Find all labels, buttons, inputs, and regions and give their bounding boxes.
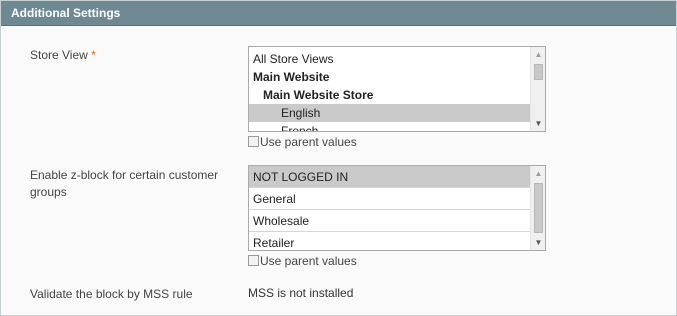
- store-view-label: Store View *: [30, 47, 96, 64]
- additional-settings-fieldset: Additional Settings Store View * All Sto…: [0, 0, 677, 316]
- store-view-scrollbar[interactable]: ▲ ▼: [530, 47, 545, 131]
- customer-groups-multiselect[interactable]: NOT LOGGED IN General Wholesale Retailer…: [248, 165, 546, 251]
- fieldset-header: Additional Settings: [1, 1, 676, 26]
- use-parent-label: Use parent values: [260, 254, 357, 268]
- section-title: Additional Settings: [11, 6, 121, 20]
- customer-group-option-wholesale[interactable]: Wholesale: [249, 210, 530, 232]
- store-view-option-english[interactable]: English: [249, 104, 530, 122]
- store-view-use-parent[interactable]: Use parent values: [248, 135, 357, 150]
- customer-group-option-retailer[interactable]: Retailer: [249, 232, 530, 250]
- customer-group-option-not-logged-in[interactable]: NOT LOGGED IN: [249, 166, 530, 188]
- mss-rule-label: Validate the block by MSS rule: [30, 287, 193, 301]
- store-view-option-french[interactable]: French: [249, 122, 530, 131]
- customer-group-option-general[interactable]: General: [249, 188, 530, 210]
- use-parent-checkbox[interactable]: [248, 136, 259, 147]
- scroll-down-arrow-icon[interactable]: ▼: [531, 116, 545, 131]
- use-parent-checkbox[interactable]: [248, 255, 259, 266]
- use-parent-label: Use parent values: [260, 135, 357, 149]
- scroll-up-arrow-icon[interactable]: ▲: [531, 166, 545, 181]
- scroll-up-arrow-icon[interactable]: ▲: [531, 47, 545, 62]
- scrollbar-thumb[interactable]: [534, 183, 543, 233]
- customer-groups-label: Enable z-block for certain customer grou…: [30, 168, 219, 199]
- mss-rule-value: MSS is not installed: [248, 286, 354, 300]
- customer-groups-use-parent[interactable]: Use parent values: [248, 254, 357, 269]
- store-view-label-text: Store View: [30, 48, 88, 62]
- scrollbar-thumb[interactable]: [534, 64, 543, 80]
- customer-groups-scrollbar[interactable]: ▲ ▼: [530, 166, 545, 250]
- store-view-group-main-website-store: Main Website Store: [263, 88, 374, 102]
- store-view-group-main-website: Main Website: [253, 70, 330, 84]
- store-view-multiselect[interactable]: All Store Views Main Website Main Websit…: [248, 46, 546, 132]
- required-mark: *: [91, 48, 96, 62]
- scroll-down-arrow-icon[interactable]: ▼: [531, 235, 545, 250]
- store-view-option-all[interactable]: All Store Views: [249, 50, 530, 68]
